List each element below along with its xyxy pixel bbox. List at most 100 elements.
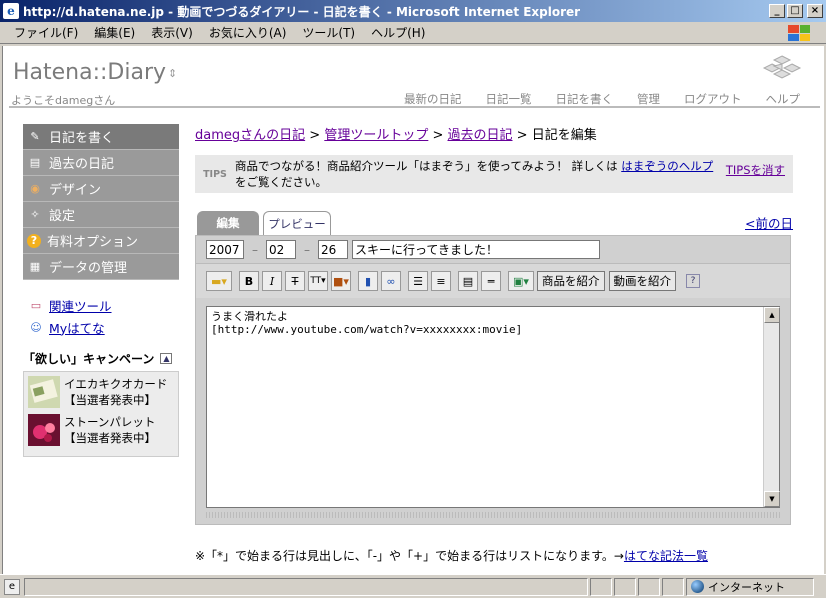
breadcrumb-admin-link[interactable]: 管理ツールトップ [324, 128, 428, 143]
hatena-diary-logo[interactable]: Hatena::Diary ⇕ [13, 60, 177, 85]
sidebar: ✎ 日記を書く ▤ 過去の日記 ◉ デザイン ✧ 設定 ? 有料オプション ▦ … [23, 124, 179, 457]
tips-close-link[interactable]: TIPSを消す [726, 162, 785, 178]
browser-content: Hatena::Diary ⇕ ようこそdamegさん 最新の日記 日記一覧 日記… [2, 46, 824, 574]
day-input[interactable] [318, 240, 348, 259]
campaign-item-name: ストーンパレット [64, 415, 156, 429]
breadcrumb-past-diary-link[interactable]: 過去の日記 [448, 128, 513, 143]
sidebar-item-label: データの管理 [49, 261, 128, 276]
tips-text: 商品でつながる！商品紹介ツール「はまぞう」を使ってみよう！ 詳しくは はまぞうの… [235, 158, 726, 190]
nav-help[interactable]: ヘルプ [766, 91, 801, 107]
breadcrumb-diary-link[interactable]: damegさんの日記 [195, 128, 305, 143]
breadcrumb-separator: > [512, 128, 532, 143]
minimize-button[interactable]: _ [769, 4, 785, 18]
date-separator: – [304, 242, 310, 257]
tab-edit[interactable]: 編集 [197, 211, 259, 235]
scroll-up-arrow-icon[interactable]: ▲ [764, 307, 780, 323]
book-link-icon[interactable]: ▮ [358, 271, 378, 291]
ordered-list-icon[interactable]: ≡ [431, 271, 451, 291]
textarea-resize-handle[interactable] [206, 512, 780, 518]
collapse-arrow-icon[interactable]: ▲ [160, 353, 173, 364]
nav-diary-list[interactable]: 日記一覧 [486, 91, 532, 107]
page-status-icon: e [4, 578, 20, 595]
campaign-box: イエカキクオカード 【当選者発表中】 ストーンパレット 【当選者発表中】 [23, 371, 179, 457]
color-icon[interactable]: ■▾ [331, 271, 351, 291]
body-textarea-frame: うまく滑れたよ [http://www.youtube.com/watch?v=… [206, 306, 780, 508]
globe-icon [691, 580, 704, 593]
main-panel: damegさんの日記 > 管理ツールトップ > 過去の日記 > 日記を編集 TI… [195, 124, 793, 564]
menu-tools[interactable]: ツール(T) [302, 24, 355, 41]
status-text-area [24, 577, 588, 596]
status-cell [638, 577, 660, 596]
menu-view[interactable]: 表示(V) [151, 24, 193, 41]
window-title-bar: e http://d.hatena.ne.jp - 動画でつづるダイアリー - … [0, 0, 826, 22]
hamazou-help-link[interactable]: はまぞうのヘルプ [621, 159, 713, 173]
help-icon[interactable]: ? [686, 274, 700, 288]
pencil-icon: ✎ [30, 130, 40, 143]
nav-latest-diary[interactable]: 最新の日記 [404, 91, 462, 107]
campaign-item[interactable]: イエカキクオカード 【当選者発表中】 [28, 376, 174, 408]
sidebar-item-settings[interactable]: ✧ 設定 [23, 202, 179, 228]
title-input[interactable] [352, 240, 600, 259]
video-button[interactable]: 動画を紹介 [608, 271, 676, 291]
menu-edit[interactable]: 編集(E) [94, 24, 135, 41]
month-input[interactable] [266, 240, 296, 259]
previous-day-link[interactable]: <前の日 [745, 213, 793, 232]
font-size-icon[interactable]: TT▾ [308, 271, 328, 291]
syntax-note-text: ※「*」で始まる行は見出しに、「-」や「+」で始まる行はリストになります。→ [195, 549, 624, 563]
sidebar-item-past-diary[interactable]: ▤ 過去の日記 [23, 150, 179, 176]
scroll-down-arrow-icon[interactable]: ▼ [764, 491, 780, 507]
product-button[interactable]: 商品を紹介 [537, 271, 605, 291]
security-zone[interactable]: インターネット [686, 577, 814, 596]
status-cell [590, 577, 612, 596]
sidebar-item-label: 設定 [49, 209, 76, 224]
hr-icon[interactable]: ═ [481, 271, 501, 291]
nav-admin[interactable]: 管理 [637, 91, 660, 107]
breadcrumb-separator: > [305, 128, 325, 143]
close-button[interactable]: × [807, 4, 823, 18]
nav-logout[interactable]: ログアウト [684, 91, 742, 107]
status-cell [662, 577, 684, 596]
hatena-syntax-link[interactable]: はてな記法一覧 [624, 549, 708, 563]
top-navigation: 最新の日記 日記一覧 日記を書く 管理 ログアウト ヘルプ [380, 91, 800, 107]
italic-icon[interactable]: I [262, 271, 282, 291]
my-hatena-link[interactable]: Myはてな [49, 318, 105, 337]
window-title: http://d.hatena.ne.jp - 動画でつづるダイアリー - 日記… [23, 4, 581, 19]
menu-favorites[interactable]: お気に入り(A) [209, 24, 287, 41]
sidebar-links: ▭ 関連ツール ☺ Myはてな [23, 294, 179, 338]
header-divider [9, 106, 820, 108]
ie-app-icon[interactable]: e [3, 3, 19, 19]
sidebar-item-paid-options[interactable]: ? 有料オプション [23, 228, 179, 254]
image-icon[interactable]: ▣▾ [508, 271, 534, 291]
nav-write-diary[interactable]: 日記を書く [556, 91, 614, 107]
blockquote-icon[interactable]: ▤ [458, 271, 478, 291]
link-icon[interactable]: ∞ [381, 271, 401, 291]
editor-panel: – – ▬▾ B I T TT▾ ■▾ ▮ ∞ ☰ ≡ [195, 235, 791, 525]
related-tools-link[interactable]: 関連ツール [49, 296, 112, 315]
body-textarea[interactable]: うまく滑れたよ [http://www.youtube.com/watch?v=… [207, 307, 779, 339]
campaign-item-status: 【当選者発表中】 [64, 431, 156, 445]
sidebar-item-design[interactable]: ◉ デザイン [23, 176, 179, 202]
wrench-icon: ✧ [30, 208, 40, 221]
logo-text: Hatena::Diary [13, 60, 167, 85]
campaign-title: 「欲しい」キャンペーン [23, 352, 155, 366]
year-input[interactable] [206, 240, 244, 259]
textarea-scrollbar[interactable]: ▲ ▼ [763, 307, 780, 507]
folder-icon[interactable]: ▬▾ [206, 271, 232, 291]
sidebar-item-write-diary[interactable]: ✎ 日記を書く [23, 124, 179, 150]
hatena-cube-icon[interactable] [762, 54, 802, 84]
bold-icon[interactable]: B [239, 271, 259, 291]
strike-icon[interactable]: T [285, 271, 305, 291]
tab-preview[interactable]: プレビュー [263, 211, 331, 235]
sidebar-item-label: 有料オプション [47, 235, 139, 250]
menu-file[interactable]: ファイル(F) [14, 24, 78, 41]
campaign-item[interactable]: ストーンパレット 【当選者発表中】 [28, 414, 174, 446]
stone-palette-thumbnail[interactable] [28, 414, 60, 446]
unordered-list-icon[interactable]: ☰ [408, 271, 428, 291]
ieka-card-thumbnail[interactable] [28, 376, 60, 408]
status-bar: e インターネット [0, 574, 826, 598]
menu-help[interactable]: ヘルプ(H) [371, 24, 425, 41]
date-row: – – [196, 236, 790, 264]
syntax-note: ※「*」で始まる行は見出しに、「-」や「+」で始まる行はリストになります。→はて… [195, 547, 793, 564]
sidebar-item-data-management[interactable]: ▦ データの管理 [23, 254, 179, 280]
maximize-button[interactable]: □ [787, 4, 803, 18]
